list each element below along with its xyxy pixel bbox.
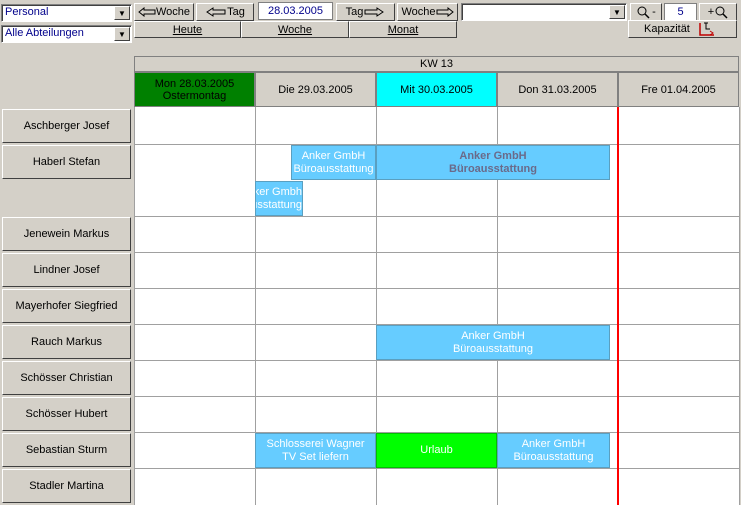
employee-name: Haberl Stefan <box>32 156 101 168</box>
employee-name: Stadler Martina <box>29 480 104 492</box>
arrow-right-icon <box>436 7 454 17</box>
prev-week-label: Woche <box>155 6 191 18</box>
view-today-label: Heute <box>172 23 203 36</box>
zoom-in-button[interactable]: + <box>699 3 737 21</box>
employee-name: Schösser Christian <box>20 372 113 384</box>
chevron-down-icon[interactable]: ▼ <box>114 27 130 41</box>
chevron-down-icon[interactable]: ▼ <box>609 5 625 19</box>
chevron-down-icon[interactable]: ▼ <box>114 6 130 20</box>
employee-row-header[interactable]: Aschberger Josef <box>2 109 131 143</box>
resource-select-value: Personal <box>5 6 49 18</box>
employee-row-header[interactable]: Mayerhofer Siegfried <box>2 289 131 323</box>
view-month-label: Monat <box>387 23 419 36</box>
department-select-value: Alle Abteilungen <box>5 27 84 39</box>
vacation-label: Urlaub <box>420 444 453 456</box>
week-label-text: KW 13 <box>419 58 453 70</box>
prev-day-label: Tag <box>227 6 245 18</box>
day-header-holiday: Ostermontag <box>162 89 227 102</box>
employee-name: Sebastian Sturm <box>25 444 108 456</box>
department-select[interactable]: Alle Abteilungen ▼ <box>1 25 132 43</box>
employee-row-header[interactable]: Schösser Hubert <box>2 397 131 431</box>
week-label: KW 13 <box>134 56 739 72</box>
employee-row-header[interactable]: Lindner Josef <box>2 253 131 287</box>
appointment-block[interactable]: Anker GmbH Büroausstattung <box>376 145 610 180</box>
appointment-subtitle: Büroausstattung <box>513 450 594 463</box>
arrow-right-icon <box>364 7 385 17</box>
day-header-date: Mit 30.03.2005 <box>400 83 473 96</box>
employee-row-header[interactable]: Jenewein Markus <box>2 217 131 251</box>
day-header-fri[interactable]: Fre 01.04.2005 <box>618 72 739 107</box>
day-header-wed[interactable]: Mit 30.03.2005 <box>376 72 497 107</box>
employee-name: Aschberger Josef <box>23 120 110 132</box>
employee-name: Lindner Josef <box>33 264 100 276</box>
employee-row-header[interactable]: Schösser Christian <box>2 361 131 395</box>
prev-week-button[interactable]: Woche <box>134 3 194 21</box>
day-header-mon[interactable]: Mon 28.03.2005 Ostermontag <box>134 72 255 107</box>
magnifier-icon <box>637 6 650 19</box>
appointment-title: Anker GmbH <box>461 329 525 342</box>
appointment-subtitle: Büroausstattung <box>452 342 534 355</box>
resource-select[interactable]: Personal ▼ <box>1 4 132 22</box>
arrow-left-icon <box>206 7 226 17</box>
appointment-title: Anker GmbH <box>301 149 366 162</box>
appointment-title: Anker GmbH <box>521 437 586 450</box>
day-header-date: Mon 28.03.2005 <box>154 77 235 90</box>
capacity-label: Kapazität <box>644 23 690 35</box>
next-week-button[interactable]: Woche <box>397 3 458 21</box>
zoom-out-label: - <box>652 6 656 18</box>
date-field[interactable]: 28.03.2005 <box>258 2 333 20</box>
appointment-block[interactable]: Anker GmbH Büroausstattung <box>376 325 610 360</box>
view-month-button[interactable]: Monat <box>349 21 457 38</box>
prev-day-button[interactable]: Tag <box>196 3 254 21</box>
employee-name: Rauch Markus <box>31 336 102 348</box>
appointment-block[interactable]: Anker Gmbh Büroausstattung <box>255 181 303 216</box>
employee-row-header[interactable]: Haberl Stefan <box>2 145 131 179</box>
employee-row-header[interactable]: Stadler Martina <box>2 469 131 503</box>
day-header-thu[interactable]: Don 31.03.2005 <box>497 72 618 107</box>
day-header-date: Don 31.03.2005 <box>518 83 597 96</box>
zoom-value-field[interactable]: 5 <box>664 3 697 21</box>
appointment-block[interactable]: Anker GmbH Büroausstattung <box>497 433 610 468</box>
next-week-label: Woche <box>401 6 436 18</box>
appointment-title: Anker Gmbh <box>255 185 302 198</box>
employee-row-header[interactable]: Sebastian Sturm <box>2 433 131 467</box>
employee-name: Mayerhofer Siegfried <box>15 300 118 312</box>
zoom-value: 5 <box>677 6 684 18</box>
next-day-button[interactable]: Tag <box>336 3 395 21</box>
appointment-block[interactable]: Schlosserei Wagner TV Set liefern <box>255 433 376 468</box>
view-week-label: Woche <box>277 23 313 36</box>
zoom-out-button[interactable]: - <box>630 3 662 21</box>
next-day-label: Tag <box>345 6 364 18</box>
appointment-subtitle: Büroausstattung <box>256 198 302 211</box>
view-today-button[interactable]: Heute <box>134 21 241 38</box>
employee-row-header[interactable]: Rauch Markus <box>2 325 131 359</box>
day-header-date: Die 29.03.2005 <box>278 83 353 96</box>
now-marker-line <box>617 107 619 505</box>
filter-select[interactable]: ▼ <box>461 3 627 21</box>
date-field-value: 28.03.2005 <box>267 5 324 17</box>
view-week-button[interactable]: Woche <box>241 21 349 38</box>
vacation-block[interactable]: Urlaub <box>376 433 497 468</box>
employee-name: Schösser Hubert <box>25 408 108 420</box>
capacity-icon <box>699 22 714 36</box>
day-header-tue[interactable]: Die 29.03.2005 <box>255 72 376 107</box>
capacity-button[interactable]: Kapazität <box>628 20 737 38</box>
appointment-subtitle: TV Set liefern <box>282 450 349 463</box>
appointment-subtitle: Büroausstattung <box>449 162 537 175</box>
day-header-date: Fre 01.04.2005 <box>641 83 716 96</box>
appointment-subtitle: Büroausstattung <box>293 162 374 175</box>
arrow-left-icon <box>138 7 156 17</box>
magnifier-icon <box>715 6 728 19</box>
employee-name: Jenewein Markus <box>23 228 110 240</box>
appointment-block[interactable]: Anker GmbH Büroausstattung <box>291 145 376 180</box>
appointment-title: Anker GmbH <box>459 149 527 162</box>
appointment-title: Schlosserei Wagner <box>266 437 365 450</box>
